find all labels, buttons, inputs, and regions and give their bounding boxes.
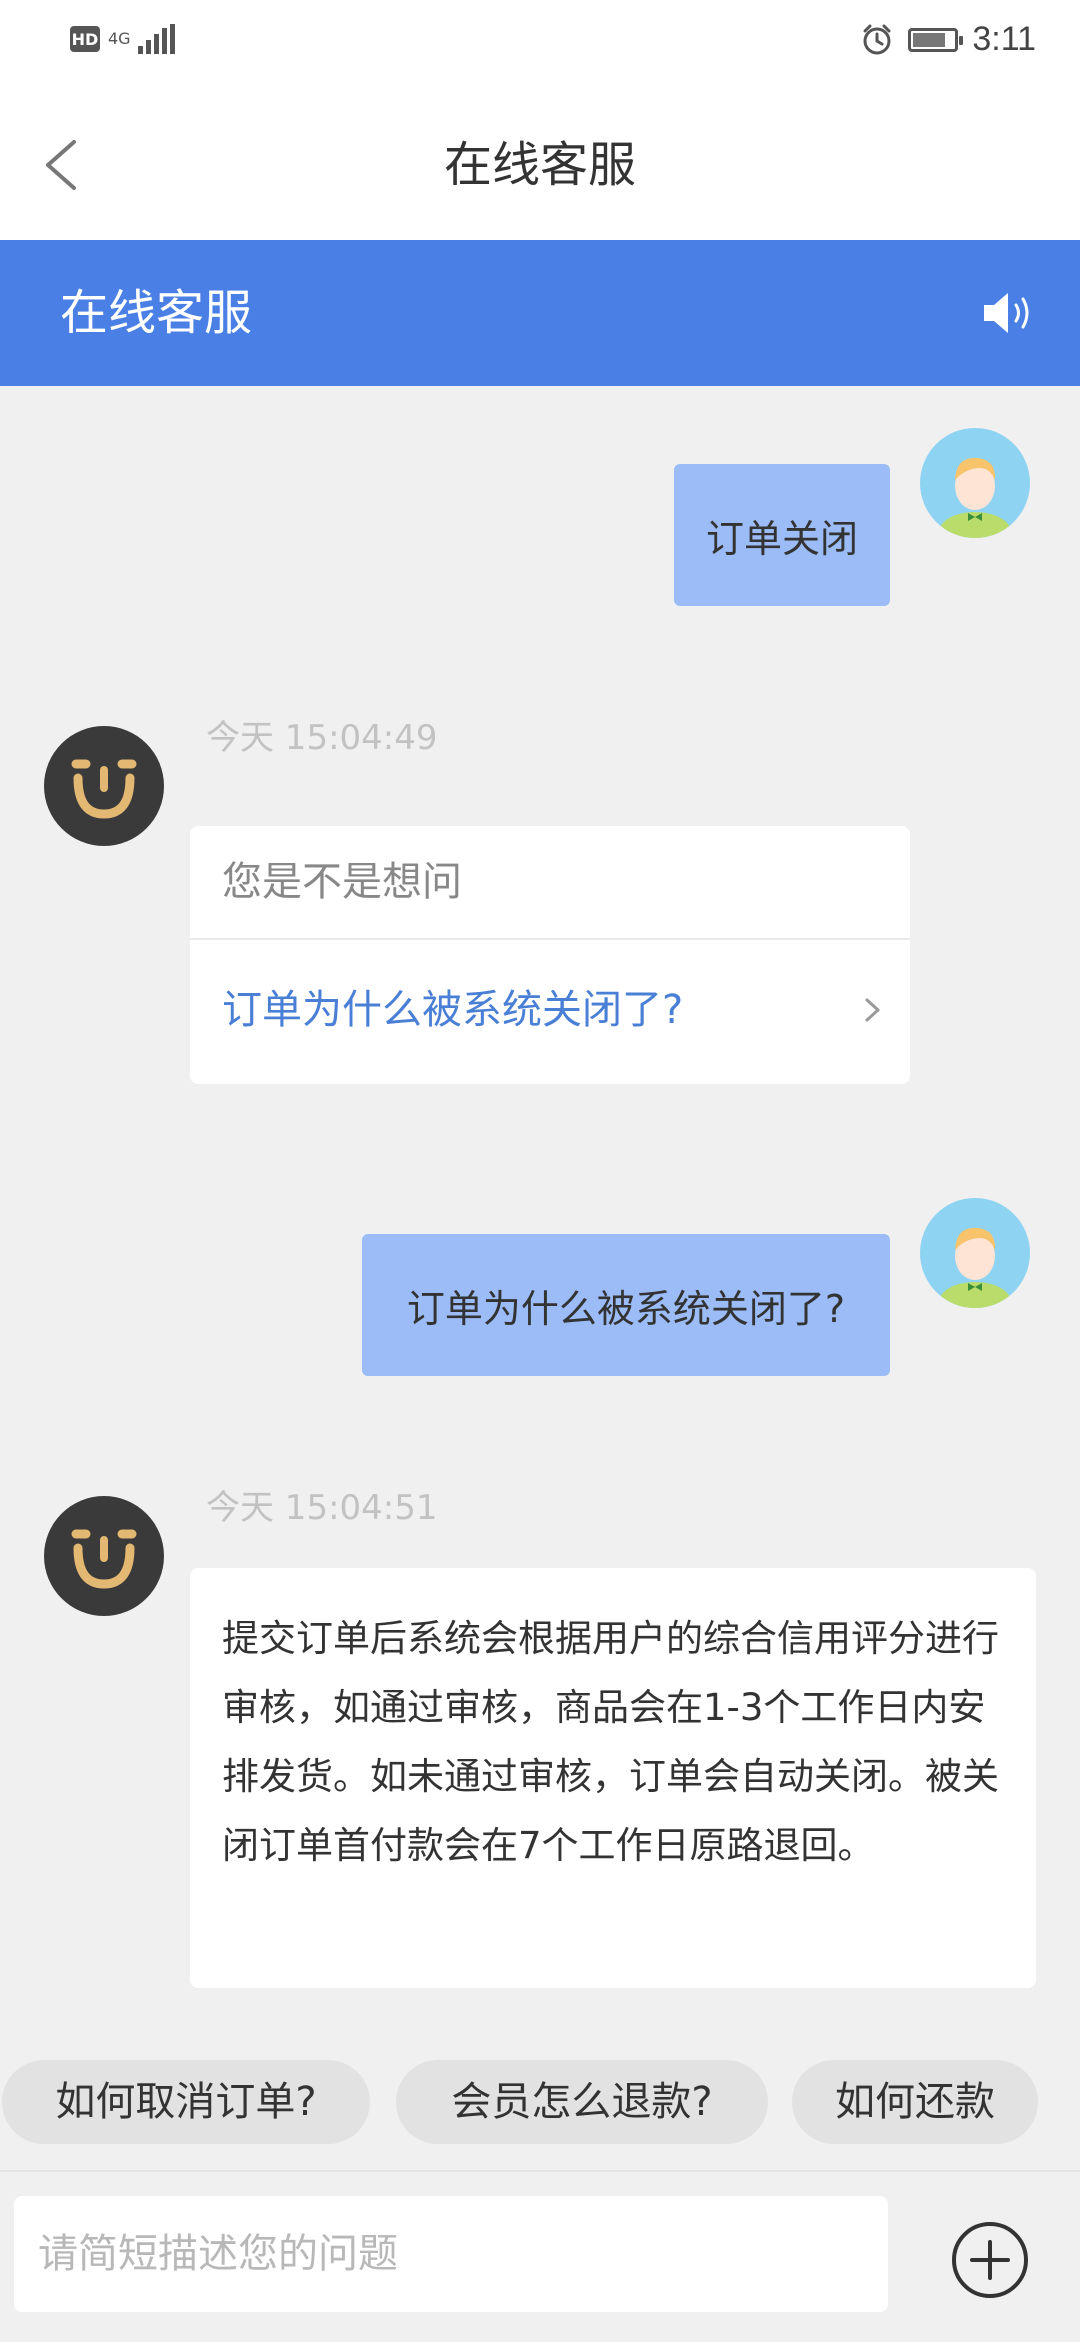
quick-reply-member-refund[interactable]: 会员怎么退款? bbox=[396, 2060, 768, 2144]
alarm-icon bbox=[863, 24, 891, 54]
user-avatar bbox=[920, 1198, 1030, 1308]
chat-header-title: 在线客服 bbox=[60, 285, 253, 341]
suggestion-card: 您是不是想问 订单为什么被系统关闭了? bbox=[190, 826, 910, 1084]
status-bar: HD 4G 3:11 bbox=[0, 0, 1080, 90]
message-input[interactable] bbox=[14, 2196, 888, 2312]
battery-icon bbox=[908, 27, 964, 52]
status-time: 3:11 bbox=[972, 20, 1036, 58]
suggestion-link[interactable]: 订单为什么被系统关闭了? bbox=[190, 940, 910, 1080]
speaker-icon[interactable] bbox=[980, 288, 1036, 338]
page-title: 在线客服 bbox=[443, 137, 636, 193]
bot-avatar bbox=[44, 1496, 164, 1616]
bot-avatar bbox=[44, 726, 164, 846]
title-bar: 在线客服 bbox=[0, 90, 1080, 240]
hd-badge: HD bbox=[70, 26, 100, 52]
input-bar bbox=[0, 2170, 1080, 2342]
bot-logo-icon bbox=[71, 759, 137, 819]
network-label: 4G bbox=[108, 29, 131, 48]
signal-icon bbox=[138, 24, 175, 54]
status-right: 3:11 bbox=[860, 20, 1036, 59]
message-timestamp: 今天 15:04:49 bbox=[206, 718, 438, 758]
chevron-right-icon bbox=[865, 998, 880, 1022]
user-avatar bbox=[920, 428, 1030, 538]
quick-reply-cancel-order[interactable]: 如何取消订单? bbox=[2, 2060, 370, 2144]
bot-logo-icon bbox=[71, 1529, 137, 1589]
status-left: HD 4G bbox=[70, 24, 175, 54]
chat-header: 在线客服 bbox=[0, 240, 1080, 386]
user-message-bubble: 订单关闭 bbox=[674, 464, 890, 606]
quick-reply-repayment[interactable]: 如何还款 bbox=[792, 2060, 1038, 2144]
plus-circle-icon[interactable] bbox=[950, 2220, 1030, 2300]
suggestion-prompt: 您是不是想问 bbox=[190, 826, 910, 940]
suggestion-link-text: 订单为什么被系统关闭了? bbox=[222, 987, 684, 1033]
user-message-text: 订单关闭 bbox=[705, 516, 858, 561]
user-message-bubble: 订单为什么被系统关闭了? bbox=[362, 1234, 890, 1376]
bot-answer-text: 提交订单后系统会根据用户的综合信用评分进行审核，如通过审核，商品会在1-3个工作… bbox=[222, 1617, 999, 1867]
user-avatar-icon bbox=[939, 1227, 1011, 1308]
user-avatar-icon bbox=[939, 457, 1011, 538]
message-timestamp: 今天 15:04:51 bbox=[206, 1488, 438, 1528]
bot-answer-bubble: 提交订单后系统会根据用户的综合信用评分进行审核，如通过审核，商品会在1-3个工作… bbox=[190, 1568, 1036, 1988]
user-message-text: 订单为什么被系统关闭了? bbox=[406, 1286, 846, 1331]
